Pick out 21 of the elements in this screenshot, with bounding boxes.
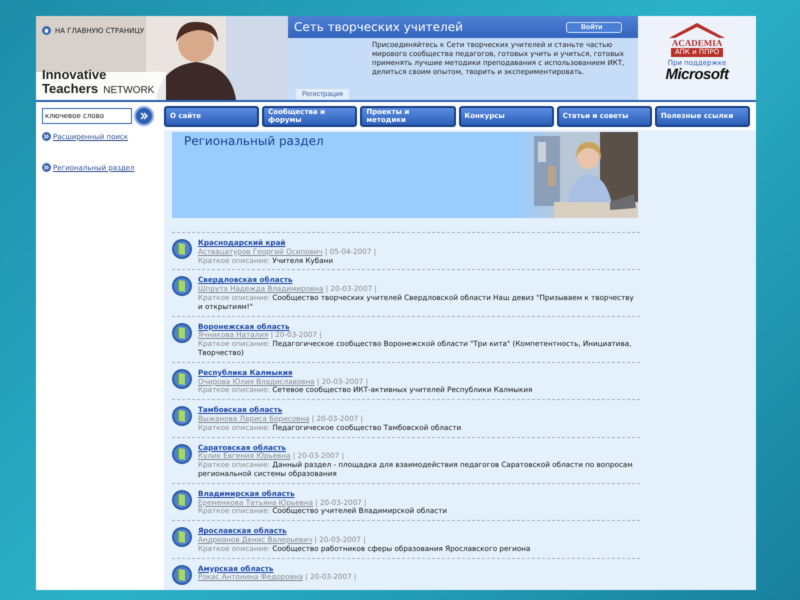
section-title: Региональный раздел <box>183 133 324 150</box>
book-icon <box>172 368 192 389</box>
home-icon <box>42 26 51 35</box>
logo-text: Innovative <box>42 68 108 81</box>
sponsor-logo-text: Microsoft <box>666 67 728 82</box>
site-title: Сеть творческих учителей <box>294 20 463 34</box>
book-icon <box>172 527 192 548</box>
double-chevron-icon <box>42 163 51 172</box>
book-icon <box>172 490 192 510</box>
double-chevron-icon <box>139 111 149 121</box>
book-icon <box>172 276 192 296</box>
book-icon <box>172 444 192 464</box>
book-icon <box>172 564 192 585</box>
book-icon <box>172 406 192 426</box>
logo-text: Teachers <box>42 81 98 96</box>
academia-logo-text: ACADEMIA <box>672 38 722 48</box>
book-icon <box>172 322 192 343</box>
book-icon <box>172 239 192 259</box>
house-roof-icon <box>667 22 727 38</box>
logo-text: NETWORK <box>103 85 154 96</box>
search-go-button[interactable] <box>134 106 154 126</box>
